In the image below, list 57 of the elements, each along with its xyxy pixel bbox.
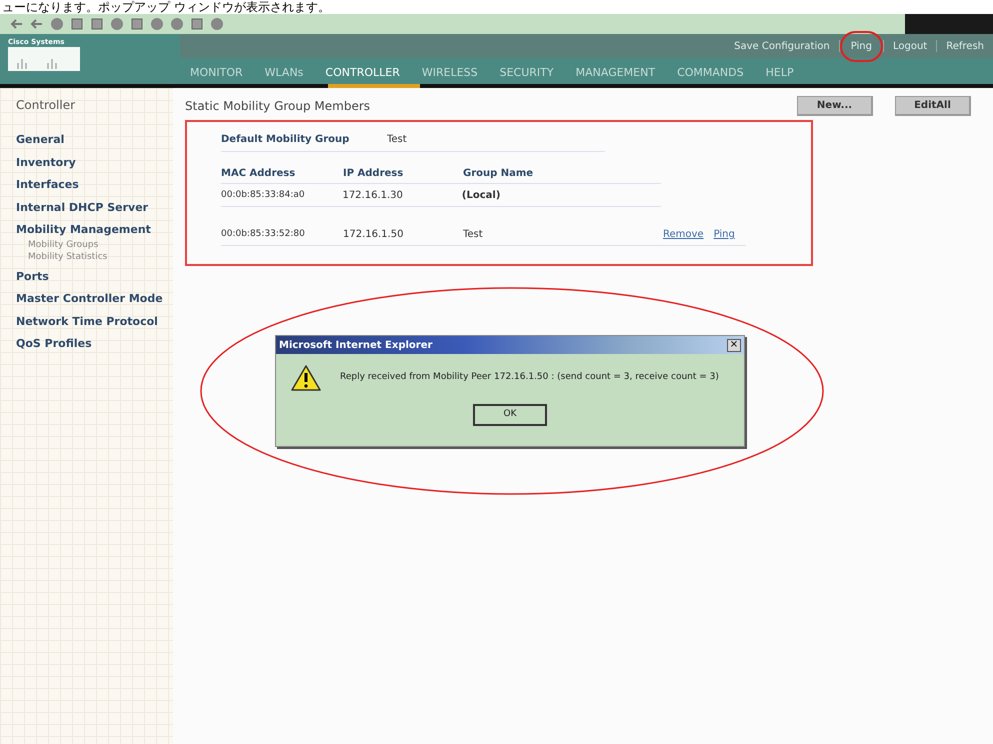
arrow-icon[interactable] — [30, 17, 44, 31]
menu-tab[interactable]: COMMANDS — [675, 64, 746, 81]
table-cell-text: 172.16.1.50 — [343, 228, 404, 242]
sidebar-subitem[interactable]: Mobility Statistics — [16, 250, 173, 262]
column-header: MAC Address — [221, 167, 296, 181]
close-button[interactable]: × — [727, 338, 741, 352]
menu-tab[interactable]: MANAGEMENT — [574, 64, 658, 81]
menu-tab[interactable]: WLANs — [262, 64, 306, 81]
arrow-icon[interactable] — [10, 17, 24, 31]
toolbar-icon[interactable] — [90, 17, 104, 31]
header-link[interactable]: Logout — [884, 38, 936, 54]
caption-text: ューになります。ポップアップ ウィンドウが表示されます。 — [2, 0, 330, 14]
menu-tab[interactable]: CONTROLLER — [323, 64, 402, 81]
sidebar-title: Controller — [16, 97, 76, 114]
column-header: IP Address — [343, 167, 404, 181]
sidebar-item[interactable]: Mobility Management — [16, 222, 173, 238]
ok-button[interactable]: OK — [473, 404, 547, 426]
menu-tab[interactable]: SECURITY — [498, 64, 556, 81]
sidebar-item[interactable]: General — [16, 132, 173, 148]
field-value: Test — [387, 133, 407, 147]
table-cell-text: 00:0b:85:33:52:80 — [221, 228, 306, 241]
sidebar-item[interactable]: Interfaces — [16, 177, 173, 194]
toolbar-icon[interactable] — [130, 17, 144, 31]
sidebar-item[interactable]: Inventory — [16, 154, 173, 171]
dialog-message: Reply received from Mobility Peer 172.16.1.50 : (send count = 3, receive count = 3) — [340, 371, 719, 384]
column-header: Group Name — [463, 167, 534, 181]
table-cell-text: Test — [463, 228, 484, 242]
sidebar-subitem[interactable]: Mobility Groups — [16, 238, 173, 250]
header-link[interactable]: Save Configuration — [725, 38, 839, 54]
sidebar-item[interactable]: Master Controller Mode — [16, 291, 173, 308]
menu-tab[interactable]: WIRELESS — [420, 64, 480, 81]
toolbar-icon[interactable] — [170, 17, 184, 31]
table-cell-text: (Local) — [462, 189, 502, 203]
toolbar-icon[interactable] — [210, 17, 224, 31]
action-button[interactable]: EditAll — [895, 96, 971, 116]
sidebar-item[interactable]: QoS Profiles — [16, 336, 173, 352]
dialog-title: Microsoft Internet Explorer — [279, 338, 432, 352]
action-button[interactable]: New... — [797, 96, 873, 116]
field-label: Default Mobility Group — [221, 133, 350, 147]
menu-tab[interactable]: HELP — [764, 64, 796, 81]
sidebar-item[interactable]: Network Time Protocol — [16, 314, 173, 330]
sidebar-item[interactable]: Internal DHCP Server — [16, 200, 173, 216]
toolbar-icon[interactable] — [70, 17, 84, 31]
header-link[interactable]: Ping — [840, 30, 883, 62]
toolbar-icon[interactable] — [110, 17, 124, 31]
toolbar-icon[interactable] — [50, 17, 64, 31]
table-cell-text: 172.16.1.30 — [342, 189, 404, 203]
row-link[interactable]: Ping — [714, 227, 735, 242]
table-cell-text: 00:0b:85:33:84:a0 — [221, 188, 306, 202]
sidebar-item[interactable]: Ports — [16, 268, 173, 285]
toolbar-icon[interactable] — [150, 17, 164, 31]
warning-icon — [290, 364, 322, 392]
menu-tab[interactable]: MONITOR — [188, 64, 245, 81]
page-title: Static Mobility Group Members — [185, 98, 372, 115]
toolbar-icon[interactable] — [190, 17, 204, 31]
header-link[interactable]: Refresh — [937, 38, 993, 54]
row-link[interactable]: Remove — [663, 227, 704, 242]
